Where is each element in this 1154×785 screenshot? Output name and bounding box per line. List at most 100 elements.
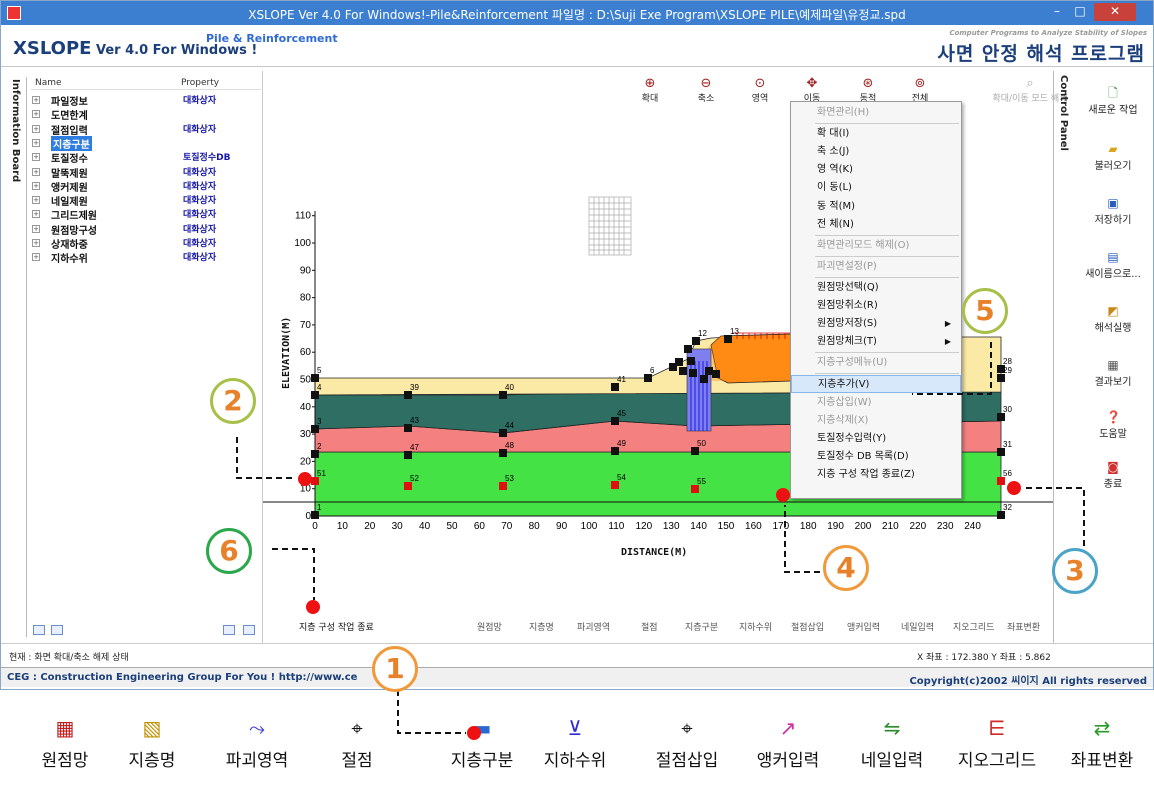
tree-item[interactable]: + 지하수위 대화상자: [31, 250, 261, 265]
node-point[interactable]: [311, 477, 319, 485]
tool-layer-division[interactable]: 지층구분: [685, 620, 718, 633]
node-point[interactable]: [404, 424, 412, 432]
save-as-button[interactable]: ▤ 새이름으로...: [1073, 245, 1153, 285]
node-point[interactable]: [311, 374, 319, 382]
node-point[interactable]: [997, 477, 1005, 485]
context-menu-item[interactable]: 원점망선택(Q): [791, 279, 961, 297]
tool-geogrid[interactable]: 지오그리드: [953, 620, 994, 633]
information-board-tab[interactable]: Information Board: [5, 77, 27, 637]
expand-icon[interactable]: +: [32, 153, 40, 162]
tree-item[interactable]: + 앵커제원 대화상자: [31, 179, 261, 194]
tree-item[interactable]: + 상재하중 대화상자: [31, 236, 261, 251]
exit-button[interactable]: ◙ 종료: [1073, 455, 1153, 495]
node-point[interactable]: [997, 511, 1005, 519]
tool-failure-zone[interactable]: 파괴영역: [577, 620, 610, 633]
node-point[interactable]: [644, 374, 652, 382]
open-button[interactable]: ▰ 불러오기: [1073, 137, 1153, 177]
tool-node[interactable]: 절점: [641, 620, 658, 633]
node-point[interactable]: [997, 413, 1005, 421]
tool-layer-name[interactable]: 지층명: [529, 620, 554, 633]
node-point[interactable]: [611, 417, 619, 425]
expand-icon[interactable]: +: [32, 96, 40, 104]
expand-icon[interactable]: +: [32, 210, 40, 219]
node-point[interactable]: [997, 448, 1005, 456]
node-point[interactable]: [687, 357, 695, 365]
tool-insert-node[interactable]: 절점삽입: [791, 620, 824, 633]
node-point[interactable]: [705, 367, 713, 375]
minimize-button[interactable]: –: [1048, 3, 1066, 21]
tool-water-table[interactable]: 지하수위: [739, 620, 772, 633]
expand-icon[interactable]: +: [32, 196, 40, 205]
context-menu-item[interactable]: 원점망체크(T) ▶: [791, 333, 961, 351]
node-point[interactable]: [712, 370, 720, 378]
tree-item[interactable]: + 원점망구성 대화상자: [31, 222, 261, 237]
expand-icon[interactable]: +: [32, 124, 40, 133]
collapse-all-icon[interactable]: [51, 625, 63, 635]
node-point[interactable]: [611, 481, 619, 489]
run-analysis-button[interactable]: ◩ 해석실행: [1073, 299, 1153, 339]
node-point[interactable]: [669, 363, 677, 371]
node-point[interactable]: [404, 451, 412, 459]
node-point[interactable]: [404, 391, 412, 399]
maximize-button[interactable]: □: [1071, 3, 1089, 21]
tree-item[interactable]: + 말뚝제원 대화상자: [31, 165, 261, 180]
node-point[interactable]: [691, 485, 699, 493]
node-point[interactable]: [691, 447, 699, 455]
close-button[interactable]: ✕: [1094, 3, 1136, 21]
tool-nail-input[interactable]: 네일입력: [901, 620, 934, 633]
tree-item[interactable]: + 그리드제원 대화상자: [31, 207, 261, 222]
tree-item[interactable]: + 절점입력 대화상자: [31, 122, 261, 137]
node-point[interactable]: [499, 429, 507, 437]
expand-icon[interactable]: +: [32, 110, 40, 119]
node-point[interactable]: [311, 511, 319, 519]
node-point[interactable]: [724, 335, 732, 343]
context-menu-item[interactable]: 원점망저장(S) ▶: [791, 315, 961, 333]
node-point[interactable]: [311, 450, 319, 458]
save-button[interactable]: ▣ 저장하기: [1073, 191, 1153, 231]
context-menu-item[interactable]: 원점망취소(R): [791, 297, 961, 315]
expand-icon[interactable]: +: [32, 181, 40, 190]
context-menu-item[interactable]: 영 역(K): [791, 161, 961, 179]
expand-icon[interactable]: +: [32, 167, 40, 176]
tree-item[interactable]: + 네일제원 대화상자: [31, 193, 261, 208]
context-menu-item[interactable]: 전 체(N): [791, 216, 961, 234]
node-point[interactable]: [700, 375, 708, 383]
node-point[interactable]: [611, 383, 619, 391]
new-work-button[interactable]: 🗋 새로운 작업: [1073, 81, 1153, 121]
context-menu-item[interactable]: 토질정수입력(Y): [791, 430, 961, 448]
tree-item[interactable]: + 토질정수 토질정수DB: [31, 150, 261, 165]
node-point[interactable]: [692, 337, 700, 345]
node-point[interactable]: [499, 482, 507, 490]
node-point[interactable]: [611, 447, 619, 455]
context-menu-item[interactable]: 지층추가(V): [791, 375, 961, 394]
context-menu-item[interactable]: 이 동(L): [791, 179, 961, 197]
context-menu-item[interactable]: 지층 구성 작업 종료(Z): [791, 466, 961, 484]
context-menu-item[interactable]: 확 대(I): [791, 125, 961, 143]
context-menu-item[interactable]: 축 소(J): [791, 143, 961, 161]
node-point[interactable]: [311, 391, 319, 399]
expand-icon[interactable]: +: [32, 138, 40, 147]
tree-item[interactable]: + 도면한계: [31, 107, 261, 122]
node-point[interactable]: [499, 449, 507, 457]
help-button[interactable]: ❓ 도움말: [1073, 405, 1153, 445]
node-point[interactable]: [311, 425, 319, 433]
node-point[interactable]: [689, 369, 697, 377]
node-point[interactable]: [679, 367, 687, 375]
add-item-icon[interactable]: [223, 625, 235, 635]
expand-icon[interactable]: +: [32, 224, 40, 233]
tool-anchor-input[interactable]: 앵커입력: [847, 620, 880, 633]
node-point[interactable]: [499, 391, 507, 399]
node-point[interactable]: [404, 482, 412, 490]
tool-coord-transform[interactable]: 좌표변환: [1007, 620, 1040, 633]
expand-all-icon[interactable]: [33, 625, 45, 635]
tree-item[interactable]: + 지층구분: [31, 135, 261, 151]
finish-layer-work-label[interactable]: 지층 구성 작업 종료: [299, 620, 374, 633]
view-results-button[interactable]: ▦ 결과보기: [1073, 353, 1153, 393]
node-point[interactable]: [997, 374, 1005, 382]
context-menu-item[interactable]: 동 적(M): [791, 198, 961, 216]
tree-item[interactable]: + 파일정보 대화상자: [31, 93, 261, 108]
tool-origin-grid[interactable]: 원점망: [477, 620, 502, 633]
remove-item-icon[interactable]: [243, 625, 255, 635]
expand-icon[interactable]: +: [32, 239, 40, 247]
node-point[interactable]: [684, 345, 692, 353]
